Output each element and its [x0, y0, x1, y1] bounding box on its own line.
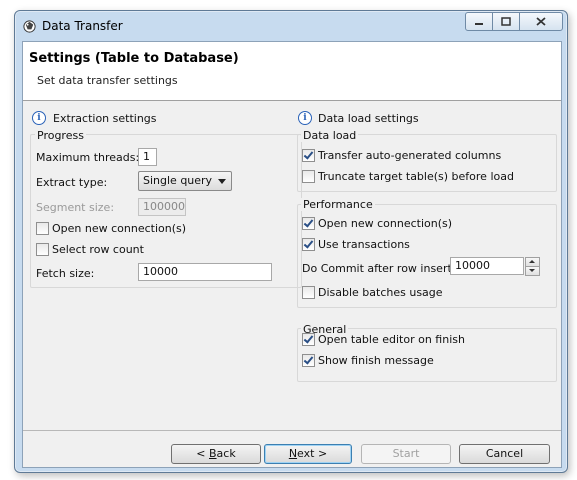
- commit-after-spinner: [525, 257, 540, 276]
- segment-size-input: 100000: [138, 198, 186, 216]
- data-transfer-window: Data Transfer Settings (Table to Databas…: [14, 10, 568, 473]
- fetch-size-input[interactable]: 10000: [138, 263, 272, 281]
- extract-type-select[interactable]: Single query: [138, 171, 232, 191]
- max-threads-label: Maximum threads:: [36, 151, 140, 164]
- use-transactions-label: Use transactions: [318, 238, 410, 251]
- progress-group-label: Progress: [35, 129, 86, 142]
- transfer-auto-generated-label: Transfer auto-generated columns: [318, 149, 502, 162]
- truncate-target-checkbox[interactable]: [302, 170, 315, 183]
- cancel-button[interactable]: Cancel: [459, 444, 550, 464]
- page-subtitle: Set data transfer settings: [37, 74, 178, 87]
- select-row-count-checkbox[interactable]: [36, 243, 49, 256]
- open-new-connection-load-checkbox[interactable]: [302, 217, 315, 230]
- window-title: Data Transfer: [42, 19, 123, 33]
- data-load-group: [297, 134, 557, 192]
- next-button-mnemonic: N: [288, 447, 298, 460]
- next-button[interactable]: Next >: [264, 444, 352, 464]
- extract-type-label: Extract type:: [36, 176, 108, 189]
- open-new-connection-load-label: Open new connection(s): [318, 217, 453, 230]
- transfer-auto-generated-checkbox[interactable]: [302, 149, 315, 162]
- disable-batches-checkbox[interactable]: [302, 286, 315, 299]
- commit-after-label: Do Commit after row insert:: [302, 262, 456, 275]
- segment-size-label: Segment size:: [36, 201, 115, 214]
- select-row-count-label: Select row count: [52, 243, 144, 256]
- title-bar[interactable]: Data Transfer: [15, 11, 567, 39]
- disable-batches-label: Disable batches usage: [318, 286, 443, 299]
- chevron-down-icon: [218, 179, 226, 184]
- dialog-client-area: Settings (Table to Database) Set data tr…: [22, 41, 562, 468]
- window-controls: [465, 12, 563, 31]
- commit-after-input[interactable]: 10000: [450, 257, 524, 275]
- truncate-target-label: Truncate target table(s) before load: [318, 170, 514, 183]
- page-title: Settings (Table to Database): [29, 51, 239, 66]
- minimize-button[interactable]: [465, 12, 493, 31]
- open-new-connection-extract-label: Open new connection(s): [52, 222, 187, 235]
- back-button[interactable]: < Back: [171, 444, 261, 464]
- extract-type-value: Single query: [143, 174, 213, 187]
- data-load-settings-title: Data load settings: [318, 112, 419, 125]
- performance-group-label: Performance: [301, 198, 375, 211]
- info-icon: i: [298, 111, 312, 125]
- wizard-header: Settings (Table to Database) Set data tr…: [23, 42, 561, 101]
- minimize-icon: [475, 22, 483, 25]
- next-button-label: ext >: [297, 447, 328, 460]
- show-finish-message-checkbox[interactable]: [302, 354, 315, 367]
- spinner-down-button[interactable]: [525, 266, 540, 276]
- use-transactions-checkbox[interactable]: [302, 238, 315, 251]
- close-button[interactable]: [519, 12, 563, 31]
- fetch-size-label: Fetch size:: [36, 267, 95, 280]
- show-finish-message-label: Show finish message: [318, 354, 434, 367]
- close-icon: [536, 17, 546, 26]
- open-table-editor-label: Open table editor on finish: [318, 333, 465, 346]
- back-button-label: ack: [216, 447, 236, 460]
- footer-separator: [23, 430, 561, 431]
- start-button: Start: [361, 444, 451, 464]
- back-button-prefix: <: [196, 447, 209, 460]
- maximize-icon: [501, 17, 511, 26]
- info-icon: i: [32, 111, 46, 125]
- back-button-mnemonic: B: [209, 447, 217, 460]
- open-new-connection-extract-checkbox[interactable]: [36, 222, 49, 235]
- open-table-editor-checkbox[interactable]: [302, 333, 315, 346]
- extraction-settings-title: Extraction settings: [53, 112, 157, 125]
- app-icon: [23, 20, 36, 33]
- maximize-button[interactable]: [492, 12, 520, 31]
- max-threads-input[interactable]: 1: [138, 148, 157, 166]
- data-load-group-label: Data load: [301, 129, 359, 142]
